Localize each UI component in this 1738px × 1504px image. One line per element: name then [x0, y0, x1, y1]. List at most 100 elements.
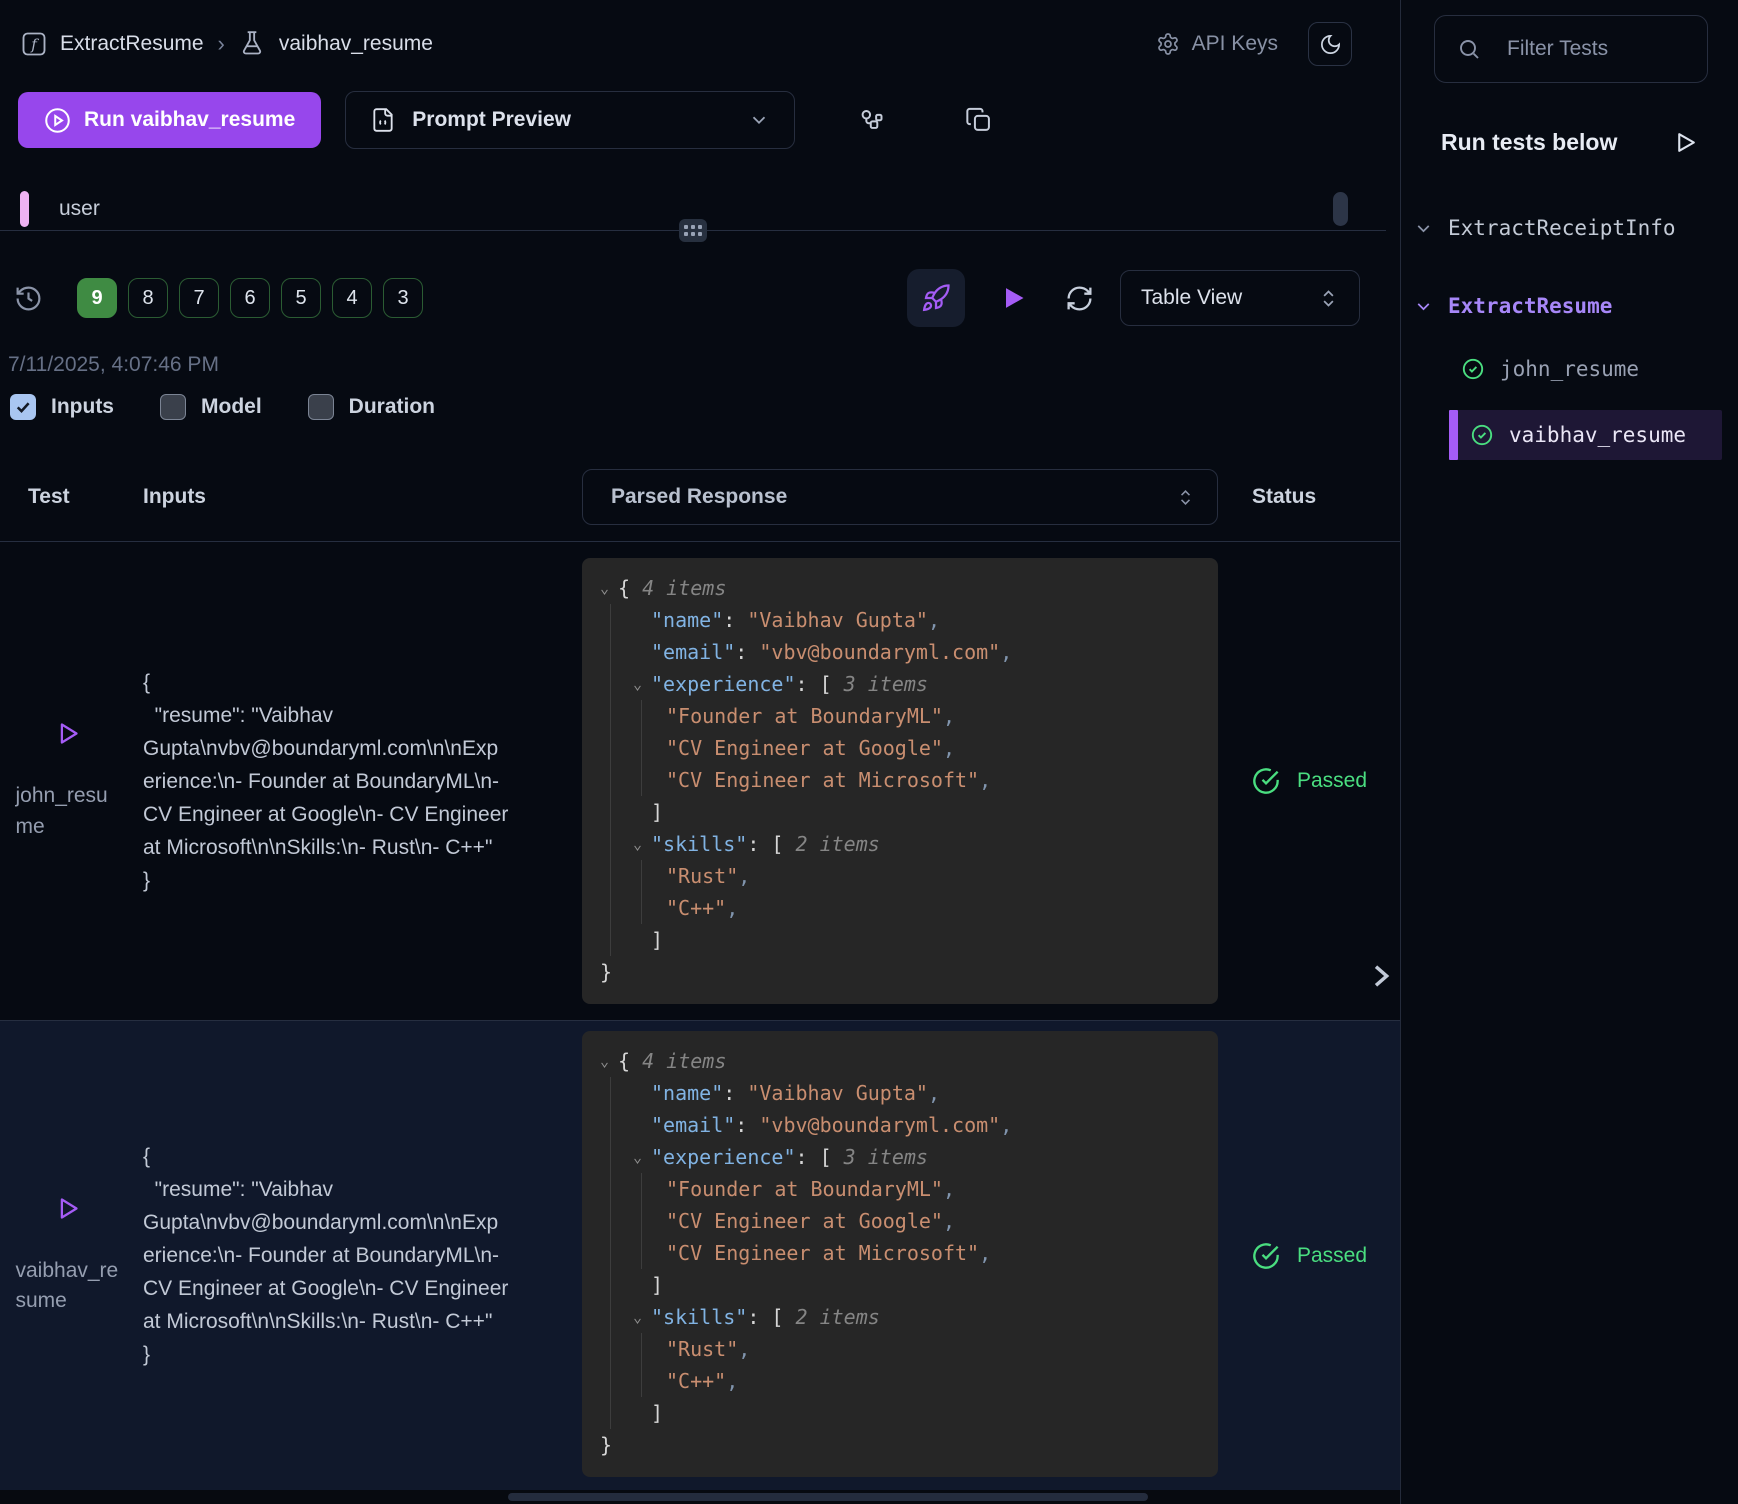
role-label: user: [59, 197, 100, 221]
checkbox-checked[interactable]: [10, 394, 36, 420]
api-keys-button[interactable]: API Keys: [1156, 32, 1278, 56]
test-passed-icon: [1470, 423, 1494, 447]
checkbox-unchecked[interactable]: [308, 394, 334, 420]
run-test-button[interactable]: Run vaibhav_resume: [18, 92, 321, 148]
history-icon[interactable]: [14, 284, 43, 313]
history-badge-6[interactable]: 6: [230, 278, 270, 318]
sidebar-test-john_resume[interactable]: john_resume: [1449, 344, 1722, 394]
table-row-john_resume: john_resume { "resume": "Vaibhav Gupta\nv…: [0, 542, 1400, 1021]
breadcrumb-function[interactable]: ExtractResume: [60, 32, 204, 56]
json-line: ⌄"experience": [ 3 items: [633, 668, 1198, 700]
copy-button[interactable]: [965, 106, 993, 134]
workflow-button[interactable]: [857, 106, 885, 134]
chevrons-up-down-icon: [1176, 488, 1195, 507]
play-outline-icon: [54, 1195, 81, 1222]
view-mode-value: Table View: [1141, 286, 1242, 310]
json-line: ]: [633, 924, 1198, 956]
status-cell: Passed: [1218, 1021, 1400, 1490]
json-line: ⌄"skills": [ 2 items: [633, 828, 1198, 860]
sidebar-test-vaibhav_resume[interactable]: vaibhav_resume: [1449, 410, 1722, 460]
theme-toggle-button[interactable]: [1308, 22, 1352, 66]
column-header-test: Test: [0, 485, 135, 509]
json-root-block: "name": "Vaibhav Gupta","email": "vbv@bo…: [610, 604, 1198, 956]
view-mode-select[interactable]: Table View: [1120, 270, 1360, 326]
history-badge-5[interactable]: 5: [281, 278, 321, 318]
filter-checkbox-inputs[interactable]: Inputs: [10, 394, 114, 420]
history-badge-7[interactable]: 7: [179, 278, 219, 318]
history-badge-9[interactable]: 9: [77, 278, 117, 318]
run-row-button[interactable]: [54, 1195, 81, 1222]
copy-icon: [965, 106, 993, 134]
workflow-icon: [857, 106, 885, 134]
resize-grip-handle[interactable]: [679, 219, 707, 242]
filter-checkbox-duration[interactable]: Duration: [308, 394, 435, 420]
top-header: f ExtractResume › vaibhav_resume: [0, 0, 1400, 66]
json-line: ]: [633, 1397, 1198, 1429]
run-timestamp: 7/11/2025, 4:07:46 PM: [8, 353, 1400, 379]
table-row-vaibhav_resume: vaibhav_resume { "resume": "Vaibhav Gupta…: [0, 1021, 1400, 1490]
test-name-label: john_resume: [16, 781, 120, 842]
chevrons-up-down-icon: [1318, 288, 1339, 309]
sidebar-group-ExtractReceiptInfo[interactable]: ExtractReceiptInfo: [1401, 206, 1738, 250]
parsed-response-cell: ⌄{ 4 items"name": "Vaibhav Gupta","email…: [582, 542, 1218, 1020]
run-tests-below[interactable]: Run tests below: [1441, 129, 1698, 156]
json-array-block: "Founder at BoundaryML","CV Engineer at …: [641, 1173, 1198, 1269]
input-json-text: { "resume": "Vaibhav Gupta\nvbv@boundary…: [143, 666, 509, 897]
run-all-button[interactable]: [999, 284, 1027, 312]
json-line: "email": "vbv@boundaryml.com",: [633, 1109, 1198, 1141]
horizontal-scrollbar-thumb[interactable]: [508, 1493, 1148, 1501]
test-passed-icon: [1461, 357, 1485, 381]
file-code-icon: [370, 107, 396, 133]
refresh-icon: [1065, 284, 1094, 313]
column-header-status: Status: [1218, 485, 1400, 509]
json-line: "Founder at BoundaryML",: [666, 1173, 1198, 1205]
prompt-preview-select[interactable]: Prompt Preview: [345, 91, 795, 149]
filter-tests-box: [1434, 15, 1708, 83]
scrollbar-thumb[interactable]: [1333, 192, 1348, 226]
history-badge-3[interactable]: 3: [383, 278, 423, 318]
json-viewer-panel[interactable]: ⌄{ 4 items"name": "Vaibhav Gupta","email…: [582, 1031, 1218, 1477]
sidebar-group-label: ExtractResume: [1448, 294, 1612, 318]
sidebar-test-label: john_resume: [1500, 357, 1639, 381]
history-badge-8[interactable]: 8: [128, 278, 168, 318]
json-array-block: "Rust","C++",: [641, 1333, 1198, 1397]
json-line: "Founder at BoundaryML",: [666, 700, 1198, 732]
json-line: "name": "Vaibhav Gupta",: [633, 604, 1198, 636]
sidebar-group-ExtractResume[interactable]: ExtractResume: [1401, 284, 1738, 328]
json-line: ⌄"experience": [ 3 items: [633, 1141, 1198, 1173]
run-tests-label: Run tests below: [1441, 129, 1617, 156]
header-actions: API Keys: [1156, 22, 1352, 66]
filter-checkbox-model[interactable]: Model: [160, 394, 262, 420]
json-line: ⌄{ 4 items: [600, 572, 1198, 604]
filter-tests-input[interactable]: [1507, 37, 1685, 61]
play-outline-icon: [1673, 130, 1698, 155]
run-button-label: Run vaibhav_resume: [84, 108, 295, 132]
tests-sidebar: Run tests below ExtractReceiptInfo Extrac…: [1400, 0, 1738, 1504]
breadcrumb-separator: ›: [216, 31, 227, 57]
run-row-button[interactable]: [54, 720, 81, 747]
search-icon: [1457, 37, 1481, 61]
test-name-label: vaibhav_resume: [16, 1256, 120, 1317]
input-json-text: { "resume": "Vaibhav Gupta\nvbv@boundary…: [143, 1140, 509, 1371]
prompt-preview-label: Prompt Preview: [412, 108, 732, 132]
filter-label: Duration: [349, 395, 435, 419]
breadcrumb-test[interactable]: vaibhav_resume: [279, 32, 433, 56]
json-line: ⌄{ 4 items: [600, 1045, 1198, 1077]
checkbox-unchecked[interactable]: [160, 394, 186, 420]
deploy-button[interactable]: [907, 269, 965, 327]
sidebar-test-label: vaibhav_resume: [1509, 423, 1686, 447]
refresh-button[interactable]: [1065, 284, 1094, 313]
flask-icon: [239, 30, 267, 58]
json-line: }: [600, 956, 1198, 988]
json-array-block: "Rust","C++",: [641, 860, 1198, 924]
results-toolbar: 9876543: [0, 269, 1400, 327]
json-line: ]: [633, 1269, 1198, 1301]
json-viewer-panel[interactable]: ⌄{ 4 items"name": "Vaibhav Gupta","email…: [582, 558, 1218, 1004]
parsed-response-select[interactable]: Parsed Response: [582, 469, 1218, 525]
history-badges: 9876543: [77, 278, 423, 318]
history-badge-4[interactable]: 4: [332, 278, 372, 318]
passed-check-icon: [1252, 1242, 1280, 1270]
play-icon: [999, 284, 1027, 312]
expand-panel-chevron[interactable]: [1364, 960, 1396, 997]
passed-check-icon: [1252, 767, 1280, 795]
